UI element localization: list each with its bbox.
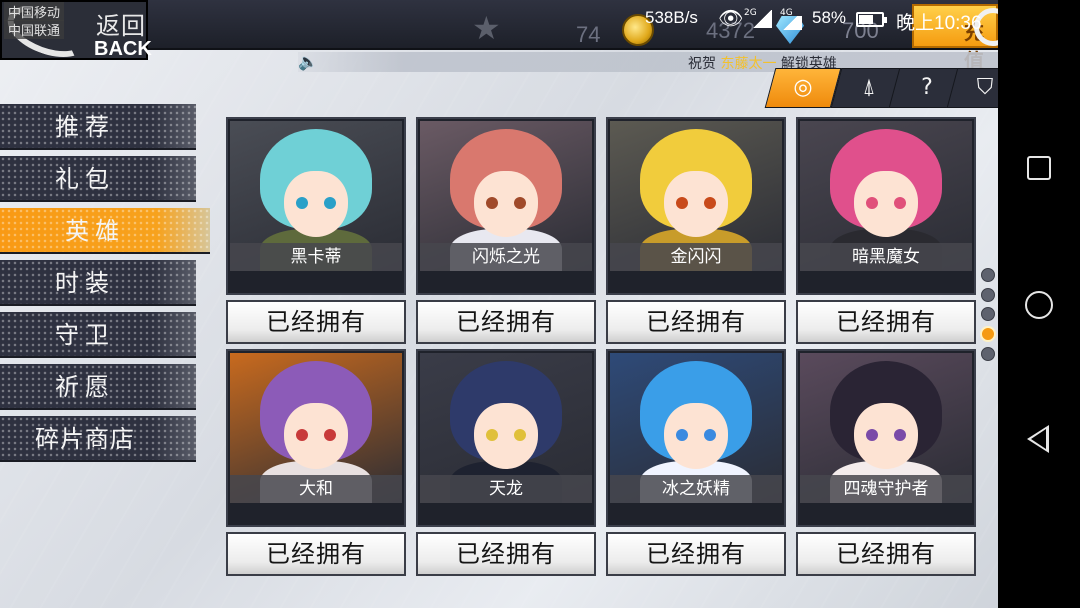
back-label-cn: 返回 [96, 12, 146, 40]
hero-eye [514, 197, 526, 209]
page-dot[interactable] [981, 268, 995, 282]
hero-eye [704, 197, 716, 209]
hero-eye [894, 429, 906, 441]
hero-card[interactable]: 金闪闪 [606, 117, 786, 295]
hero-name: 闪烁之光 [420, 243, 592, 271]
hero-eye [676, 197, 688, 209]
owned-button[interactable]: 已经拥有 [796, 300, 976, 344]
hero-card[interactable]: 大和 [226, 349, 406, 527]
hero-eye [324, 197, 336, 209]
android-nav-bar [998, 0, 1080, 608]
hero-eye [894, 197, 906, 209]
hero-eye [296, 429, 308, 441]
hero-card[interactable]: 闪烁之光 [416, 117, 596, 295]
clock: 晚上10:36 [896, 13, 982, 34]
carrier-2: 中国联通 [4, 20, 65, 39]
hero-name: 天龙 [420, 475, 592, 503]
sidebar-item-recommend[interactable]: 推荐 [0, 104, 196, 150]
page-dot[interactable] [980, 326, 996, 342]
shield-icon: ⛉ [976, 75, 994, 100]
hero-eye [514, 429, 526, 441]
hero-name: 冰之妖精 [610, 475, 782, 503]
sidebar-item-label: 守卫 [55, 321, 115, 349]
eye-icon: 👁 [718, 8, 744, 30]
hero-name: 四魂守护者 [800, 475, 972, 503]
carrier-1: 中国移动 [4, 2, 65, 21]
game-screen: 返回 BACK 中国移动 中国联通 ★ 74 4372 700 充值 538B/… [0, 0, 998, 608]
hero-face [284, 171, 348, 237]
sidebar-item-label: 推荐 [55, 113, 115, 141]
page-dot[interactable] [981, 347, 995, 361]
speaker-icon: 🔈 [298, 52, 318, 71]
hero-card[interactable]: 四魂守护者 [796, 349, 976, 527]
hero-face [664, 403, 728, 469]
owned-button[interactable]: 已经拥有 [606, 532, 786, 576]
back-label-en: BACK [94, 38, 152, 60]
owned-button[interactable]: 已经拥有 [416, 300, 596, 344]
top-bar: 返回 BACK 中国移动 中国联通 ★ 74 4372 700 充值 538B/… [0, 0, 998, 73]
back-triangle-icon[interactable] [1027, 425, 1049, 453]
sidebar-item-heroes[interactable]: 英雄 [0, 208, 210, 254]
hero-name: 暗黑魔女 [800, 243, 972, 271]
sidebar-item-gift[interactable]: 礼包 [0, 156, 196, 202]
hero-eye [324, 429, 336, 441]
hero-eye [866, 197, 878, 209]
ring-icon: ◎ [793, 75, 813, 100]
owned-button[interactable]: 已经拥有 [796, 532, 976, 576]
owned-button[interactable]: 已经拥有 [226, 300, 406, 344]
hero-card[interactable]: 暗黑魔女 [796, 117, 976, 295]
tab-shield[interactable]: ⛉ [946, 68, 998, 108]
sidebar-item-label: 祈愿 [55, 373, 115, 401]
sidebar-item-label: 时装 [55, 269, 115, 297]
sidebar-item-guard[interactable]: 守卫 [0, 312, 196, 358]
tab-ring[interactable]: ◎ [764, 68, 842, 108]
home-icon[interactable] [1025, 291, 1053, 319]
energy-star-icon: ★ [472, 9, 501, 47]
filter-tabs: ◎ ⍋ ? ⛉ [764, 68, 998, 108]
battery-percent: 58% [812, 8, 847, 27]
net-speed: 538B/s [645, 8, 698, 27]
hero-eye [296, 197, 308, 209]
hero-eye [486, 197, 498, 209]
hero-face [474, 171, 538, 237]
hero-card[interactable]: 天龙 [416, 349, 596, 527]
hero-eye [866, 429, 878, 441]
sidebar-item-label: 英雄 [65, 217, 125, 245]
hero-card[interactable]: 黑卡蒂 [226, 117, 406, 295]
owned-button[interactable]: 已经拥有 [606, 300, 786, 344]
sidebar-item-wish[interactable]: 祈愿 [0, 364, 196, 410]
page-dot[interactable] [981, 307, 995, 321]
recent-apps-icon[interactable] [1027, 156, 1051, 180]
hero-eye [676, 429, 688, 441]
hero-face [854, 403, 918, 469]
signal-4g-icon [778, 16, 802, 30]
hero-face [854, 171, 918, 237]
signal-icon [752, 10, 772, 28]
page-dot[interactable] [981, 288, 995, 302]
sidebar-item-label: 碎片商店 [35, 425, 135, 453]
hero-name: 大和 [230, 475, 402, 503]
owned-button[interactable]: 已经拥有 [226, 532, 406, 576]
hero-face [664, 171, 728, 237]
announcement-prefix: 祝贺 [688, 56, 716, 72]
sidebar-item-label: 礼包 [55, 165, 115, 193]
hero-eye [704, 429, 716, 441]
hero-eye [486, 429, 498, 441]
owned-button[interactable]: 已经拥有 [416, 532, 596, 576]
battery-icon [856, 12, 887, 27]
hero-face [474, 403, 538, 469]
hero-card[interactable]: 冰之妖精 [606, 349, 786, 527]
hero-name: 金闪闪 [610, 243, 782, 271]
sidebar-item-shard-shop[interactable]: 碎片商店 [0, 416, 196, 462]
energy-value: 74 [576, 22, 601, 47]
sidebar-item-costume[interactable]: 时装 [0, 260, 196, 306]
hero-name: 黑卡蒂 [230, 243, 402, 271]
hero-face [284, 403, 348, 469]
